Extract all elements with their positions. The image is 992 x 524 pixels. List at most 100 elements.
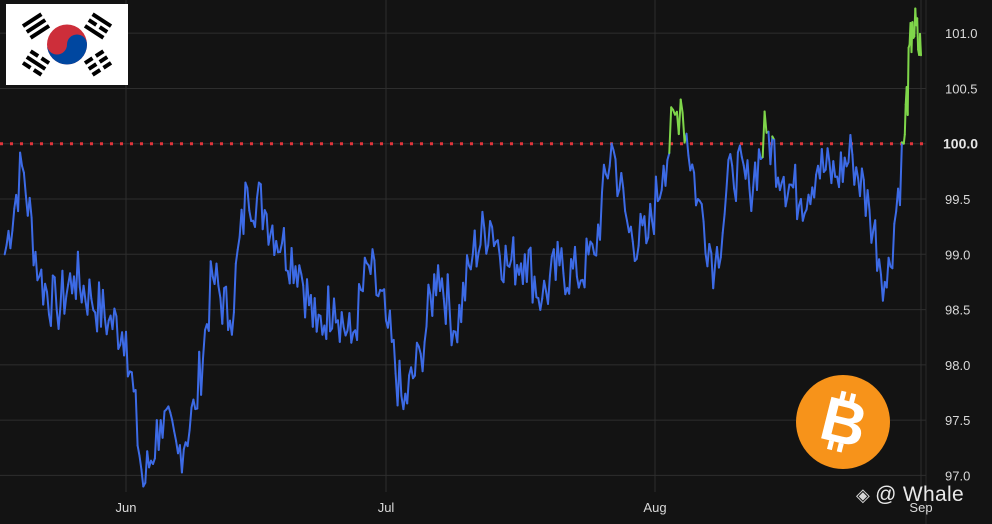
series-segment [49, 274, 54, 327]
series-segment [893, 210, 898, 225]
grid [0, 0, 927, 524]
series-segment [620, 172, 625, 189]
series-segment [891, 222, 896, 270]
series-segment [373, 259, 378, 296]
series-segment [202, 329, 206, 360]
watermark-text: @ Whale [875, 483, 964, 506]
series-segment [30, 216, 35, 267]
series-segment [254, 197, 258, 228]
series-segment [417, 345, 422, 355]
series-segment [916, 17, 920, 51]
series-segment [236, 236, 241, 251]
series-segment [169, 411, 174, 422]
series-segment [717, 256, 722, 269]
series-segment [440, 277, 445, 300]
series-segment [778, 181, 783, 192]
x-tick-label: Jul [378, 500, 395, 515]
series-segment [173, 429, 178, 443]
series-segment [543, 279, 548, 293]
series-segment [22, 171, 27, 197]
series-segment [666, 152, 671, 162]
series-segment [919, 32, 922, 57]
series-segment [477, 243, 482, 254]
series-segment [855, 166, 860, 180]
series-segment [677, 98, 682, 136]
series-segment [562, 272, 567, 296]
watermark: ◈ @ Whale [856, 483, 964, 507]
series-segment [629, 225, 634, 243]
series-segment [161, 410, 166, 439]
series-segment [794, 163, 799, 221]
series-segment [731, 164, 736, 190]
series-segment [464, 254, 468, 302]
series-segment [574, 245, 578, 278]
series-segment [265, 213, 270, 246]
y-tick-label: 98.0 [945, 358, 970, 373]
series-segment [246, 187, 251, 212]
series-segment [242, 181, 247, 235]
series-segment [668, 106, 673, 154]
bitcoin-logo: B [795, 374, 891, 470]
series-segment [849, 134, 854, 156]
series-segment [874, 219, 879, 272]
series-segment [583, 237, 588, 289]
series-layer [3, 7, 922, 488]
series-segment [473, 229, 478, 268]
series-segment [649, 202, 654, 222]
series-segment [866, 189, 871, 212]
series-segment [533, 275, 538, 299]
series-segment [105, 319, 110, 336]
series-segment [134, 389, 139, 447]
y-tick-label: 99.0 [945, 247, 970, 262]
series-segment [878, 258, 882, 276]
y-tick-label: 97.5 [945, 413, 970, 428]
series-segment [769, 135, 774, 166]
series-segment [413, 341, 418, 377]
series-segment [230, 311, 235, 336]
series-segment [504, 244, 509, 267]
series-segment [631, 240, 636, 262]
y-tick-label: 97.0 [945, 468, 970, 483]
series-segment [591, 243, 596, 256]
series-segment [496, 239, 501, 257]
series-segment [813, 173, 818, 199]
series-segment [398, 359, 403, 397]
series-segment [681, 111, 686, 144]
series-segment [34, 250, 39, 282]
series-segment [885, 256, 890, 289]
series-segment [425, 283, 430, 328]
series-segment [410, 366, 414, 380]
series-segment [111, 307, 116, 331]
series-segment [171, 419, 176, 432]
series-segment [207, 260, 212, 332]
series-segment [637, 212, 642, 247]
series-segment [215, 262, 220, 287]
series-segment [481, 210, 486, 229]
series-segment [729, 153, 734, 167]
series-segment [685, 132, 690, 157]
series-segment [899, 141, 903, 207]
series-segment [483, 227, 488, 255]
series-segment [577, 279, 582, 289]
series-segment [719, 232, 724, 259]
series-segment [624, 209, 628, 222]
series-segment [740, 155, 745, 167]
series-segment [712, 264, 717, 290]
series-segment [188, 406, 193, 432]
series-segment [539, 297, 544, 311]
series-segment [902, 133, 906, 145]
series-segment [738, 144, 743, 158]
y-axis: 97.0 97.5 98.0 98.5 99.0 99.5 100.5 101.0 100.0 [943, 26, 978, 483]
y-tick-label: 99.5 [945, 192, 970, 207]
series-segment [658, 189, 663, 200]
series-segment [130, 371, 135, 393]
series-segment [841, 156, 846, 183]
series-segment [180, 448, 185, 474]
y-tick-label: 101.0 [945, 26, 978, 41]
series-segment [282, 227, 287, 272]
series-segment [348, 312, 353, 344]
series-segment [88, 278, 93, 300]
series-segment [200, 357, 204, 396]
series-segment [868, 209, 873, 244]
series-segment [820, 148, 825, 173]
